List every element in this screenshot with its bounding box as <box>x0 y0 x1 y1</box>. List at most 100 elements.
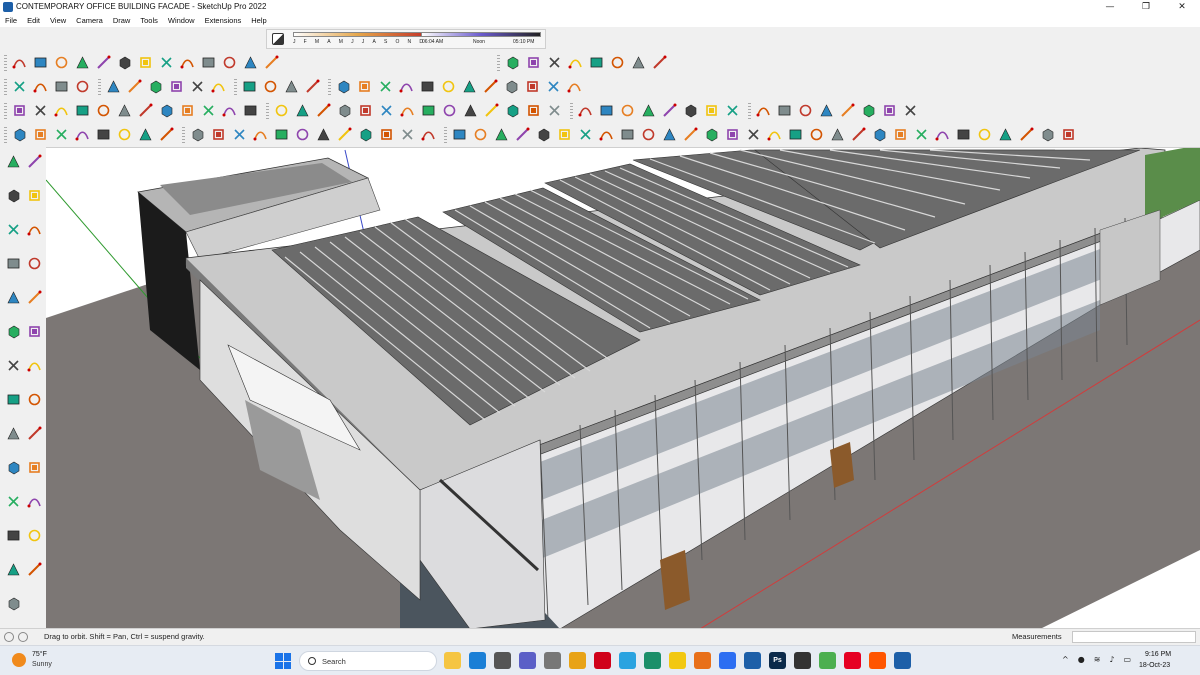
polygon-icon[interactable] <box>503 53 522 72</box>
rotate-icon[interactable] <box>24 321 44 341</box>
style-icon[interactable] <box>115 101 134 120</box>
look-around-icon[interactable] <box>3 559 23 579</box>
erase-icon[interactable] <box>157 53 176 72</box>
toolbar-grip[interactable] <box>4 77 7 95</box>
component-icon[interactable] <box>188 77 207 96</box>
menu-draw[interactable]: Draw <box>108 16 136 25</box>
toolbar-grip[interactable] <box>570 101 573 119</box>
polygon-icon[interactable] <box>73 53 92 72</box>
component-icon[interactable] <box>418 77 437 96</box>
arc-icon[interactable] <box>817 101 836 120</box>
component-icon[interactable] <box>31 101 50 120</box>
sticky-notes-icon[interactable] <box>669 652 686 669</box>
clock-date[interactable]: 18-Oct-23 <box>1139 662 1170 669</box>
paint-icon[interactable] <box>597 125 616 144</box>
polygon-icon[interactable] <box>492 125 511 144</box>
paint-icon[interactable] <box>178 53 197 72</box>
sketchup-taskbar-icon[interactable] <box>744 652 761 669</box>
line-icon[interactable] <box>220 101 239 120</box>
polygon-icon[interactable] <box>272 125 291 144</box>
freehand-icon[interactable] <box>523 77 542 96</box>
folder-icon[interactable] <box>569 652 586 669</box>
component-icon[interactable] <box>461 101 480 120</box>
eraser-icon[interactable] <box>24 185 44 205</box>
rectangle-icon[interactable] <box>52 53 71 72</box>
arc-icon[interactable] <box>104 77 123 96</box>
freehand-icon[interactable] <box>220 53 239 72</box>
arc-icon[interactable] <box>10 125 29 144</box>
polygon-icon[interactable] <box>199 101 218 120</box>
toolbar-grip[interactable] <box>4 53 7 71</box>
sketchup-active-icon[interactable] <box>894 652 911 669</box>
toolbar-grip[interactable] <box>748 101 751 119</box>
weather-sun-icon[interactable] <box>12 653 26 667</box>
menu-view[interactable]: View <box>45 16 71 25</box>
component-icon[interactable] <box>94 125 113 144</box>
measurements-box[interactable] <box>1072 631 1196 643</box>
arc-icon[interactable] <box>870 125 889 144</box>
section-icon[interactable] <box>335 125 354 144</box>
section-icon[interactable] <box>136 53 155 72</box>
menu-help[interactable]: Help <box>246 16 271 25</box>
move-icon[interactable] <box>3 321 23 341</box>
component-icon[interactable] <box>115 53 134 72</box>
menu-tools[interactable]: Tools <box>135 16 163 25</box>
section-icon[interactable] <box>439 77 458 96</box>
component-icon[interactable] <box>954 125 973 144</box>
line-icon[interactable] <box>440 101 459 120</box>
rectangle-icon[interactable] <box>618 101 637 120</box>
rectangle-icon[interactable] <box>31 125 50 144</box>
section-icon[interactable] <box>482 101 501 120</box>
line-icon[interactable] <box>880 101 899 120</box>
volume-icon[interactable]: ♪ <box>1109 655 1114 664</box>
erase-icon[interactable] <box>73 101 92 120</box>
toolbar-grip[interactable] <box>4 101 7 119</box>
polygon-icon[interactable] <box>702 125 721 144</box>
zoom-extents-icon[interactable] <box>3 525 23 545</box>
rectangle-icon[interactable] <box>681 125 700 144</box>
style-icon[interactable] <box>188 125 207 144</box>
rectangle-icon[interactable] <box>262 53 281 72</box>
component-icon[interactable] <box>241 101 260 120</box>
polygon-icon[interactable] <box>912 125 931 144</box>
style-icon[interactable] <box>828 125 847 144</box>
zoom-icon[interactable] <box>24 491 44 511</box>
section-icon[interactable] <box>52 101 71 120</box>
polygon-icon[interactable] <box>3 287 23 307</box>
geo-location-icon[interactable] <box>4 631 14 642</box>
rectangle-icon[interactable] <box>125 77 144 96</box>
arc-icon[interactable] <box>544 77 563 96</box>
menu-window[interactable]: Window <box>163 16 200 25</box>
toolbar-grip[interactable] <box>234 77 237 95</box>
toolbar-grip[interactable] <box>497 53 500 71</box>
rectangle-icon[interactable] <box>471 125 490 144</box>
polygon-icon[interactable] <box>859 101 878 120</box>
polygon-icon[interactable] <box>639 101 658 120</box>
freehand-icon[interactable] <box>73 77 92 96</box>
soundcloud-icon[interactable] <box>869 652 886 669</box>
arc-icon[interactable] <box>24 219 44 239</box>
style-icon[interactable] <box>775 101 794 120</box>
follow-me-icon[interactable] <box>24 355 44 375</box>
offset-icon[interactable] <box>3 389 23 409</box>
erase-icon[interactable] <box>293 101 312 120</box>
toolbar-grip[interactable] <box>98 77 101 95</box>
component-icon[interactable] <box>314 125 333 144</box>
erase-icon[interactable] <box>240 77 259 96</box>
paint-icon[interactable] <box>524 101 543 120</box>
polygon-icon[interactable] <box>146 77 165 96</box>
axes-icon[interactable] <box>3 457 23 477</box>
line-icon[interactable] <box>293 125 312 144</box>
windows-start-button[interactable] <box>275 653 291 669</box>
paint-icon[interactable] <box>1017 125 1036 144</box>
erase-icon[interactable] <box>503 101 522 120</box>
paint-icon[interactable] <box>157 125 176 144</box>
polygon-icon[interactable] <box>419 101 438 120</box>
paint-icon[interactable] <box>261 77 280 96</box>
paint-icon[interactable] <box>314 101 333 120</box>
line-icon[interactable] <box>94 53 113 72</box>
rectangle-icon[interactable] <box>891 125 910 144</box>
freehand-icon[interactable] <box>796 101 815 120</box>
style-icon[interactable] <box>52 77 71 96</box>
section-icon[interactable] <box>209 77 228 96</box>
